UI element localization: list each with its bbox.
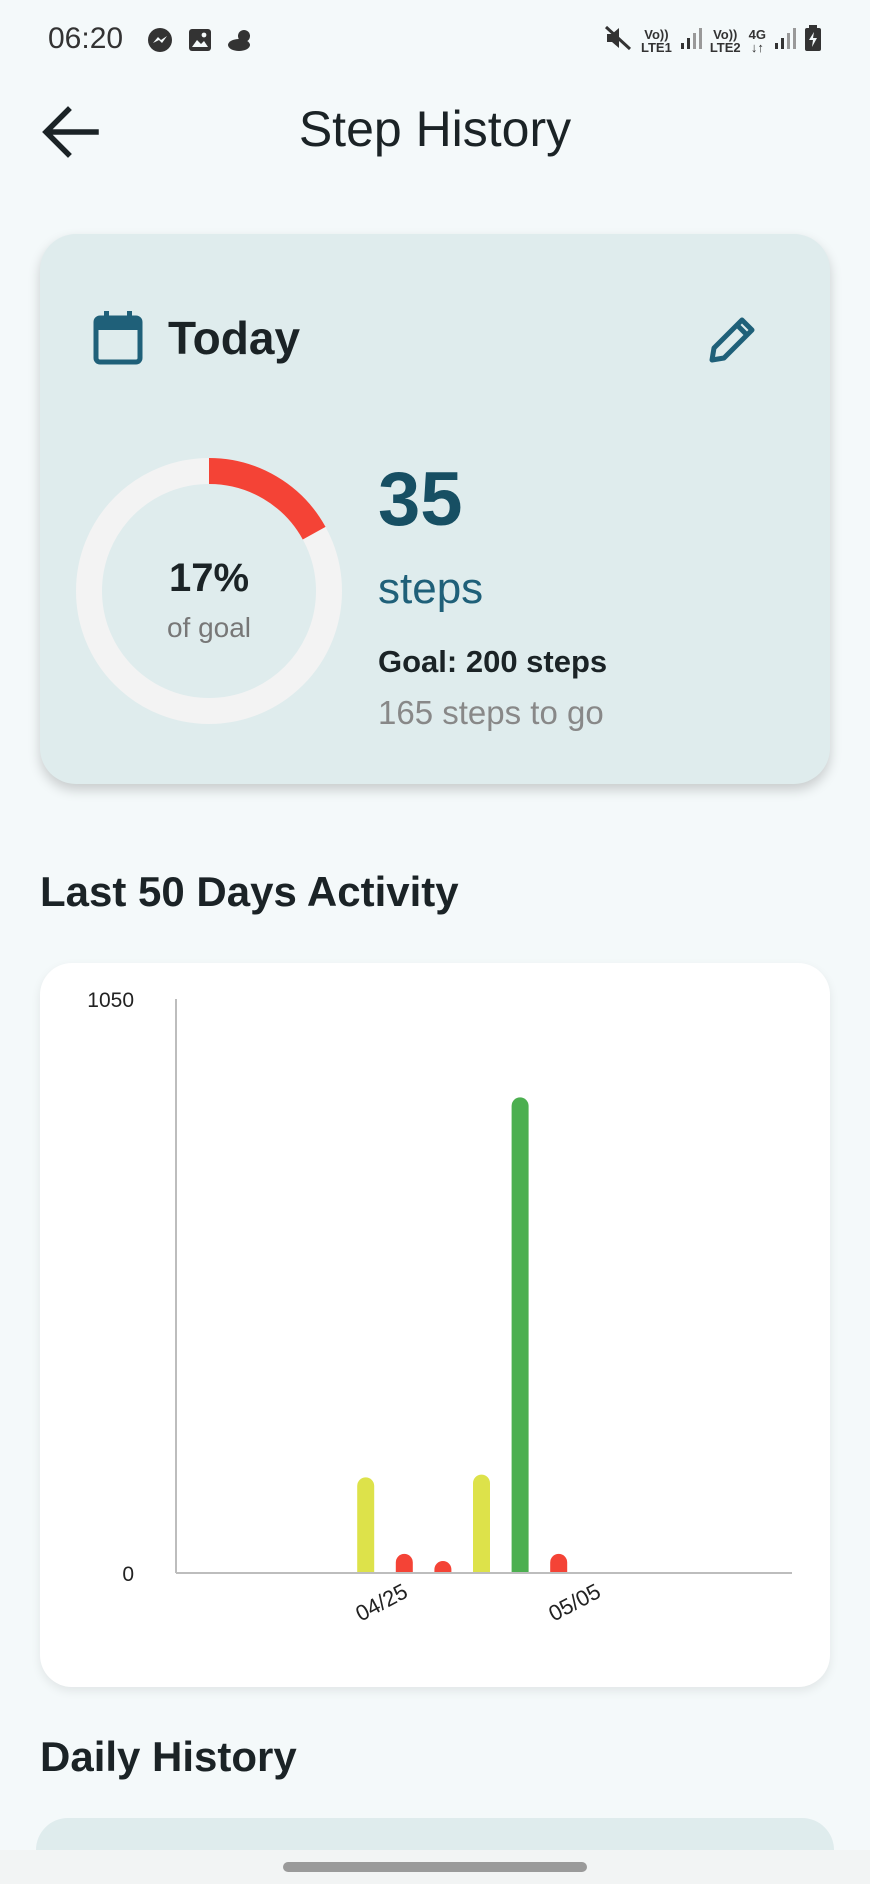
calendar-icon [93, 311, 143, 365]
app-bar: Step History [0, 80, 870, 170]
steps-count: 35 [378, 457, 463, 542]
network-label: LTE1 [641, 39, 672, 55]
pencil-icon [709, 317, 755, 363]
history-section-title: Daily History [40, 1733, 297, 1780]
activity-chart: 1050 0 04/25 05/05 [87, 989, 792, 1626]
status-icons-left [146, 26, 256, 59]
status-bar: 06:20 Vo)) LTE1 Vo)) LTE2 4G ↓↑ [0, 0, 870, 80]
today-label: Today [168, 312, 301, 364]
chart-bar [473, 1474, 490, 1572]
mute-icon [603, 24, 633, 57]
status-icons-right: Vo)) LTE1 Vo)) LTE2 4G ↓↑ [603, 24, 822, 57]
battery-charging-icon [804, 24, 822, 57]
chart-bar [434, 1560, 452, 1572]
network-lte1: Vo)) LTE1 [641, 28, 672, 54]
goal-text: Goal: 200 steps [378, 644, 608, 679]
page-title: Step History [298, 101, 572, 157]
messenger-icon [146, 26, 174, 59]
chart-bar [511, 1097, 529, 1572]
network-label: 4G [748, 26, 766, 42]
progress-arc [208, 458, 326, 540]
steps-remaining: 165 steps to go [378, 694, 604, 731]
gallery-icon [186, 26, 214, 59]
status-time: 06:20 [48, 22, 124, 55]
weather-icon [226, 26, 256, 59]
network-4g: 4G ↓↑ [749, 28, 766, 54]
today-header: Today [92, 310, 300, 366]
progress-sub: of goal [166, 612, 252, 643]
progress-ring: 17% of goal [74, 456, 344, 726]
activity-chart-card: 1050 0 04/25 05/05 [40, 963, 830, 1687]
chart-bar [357, 1477, 375, 1572]
signal-icon [774, 26, 796, 55]
network-lte2: Vo)) LTE2 [710, 28, 741, 54]
home-gesture-handle[interactable] [283, 1862, 587, 1872]
x-tick-label: 04/25 [351, 1578, 411, 1626]
steps-unit: steps [378, 564, 484, 613]
network-label: Vo)) [713, 26, 738, 42]
chart-bar [395, 1553, 413, 1572]
today-card: Today 17% of goal 35 steps Goal: 200 ste… [40, 234, 830, 784]
activity-section-title: Last 50 Days Activity [40, 868, 459, 915]
chart-bar [550, 1553, 568, 1572]
y-tick-label: 1050 [87, 989, 134, 1012]
progress-percent: 17% [168, 556, 250, 600]
edit-goal-button[interactable] [704, 312, 760, 368]
network-label: LTE2 [709, 39, 741, 55]
network-label: ↓↑ [750, 39, 764, 55]
network-label: Vo)) [644, 26, 669, 42]
y-tick-label: 0 [122, 1563, 134, 1586]
x-tick-label: 05/05 [544, 1578, 604, 1626]
signal-icon [680, 26, 702, 55]
